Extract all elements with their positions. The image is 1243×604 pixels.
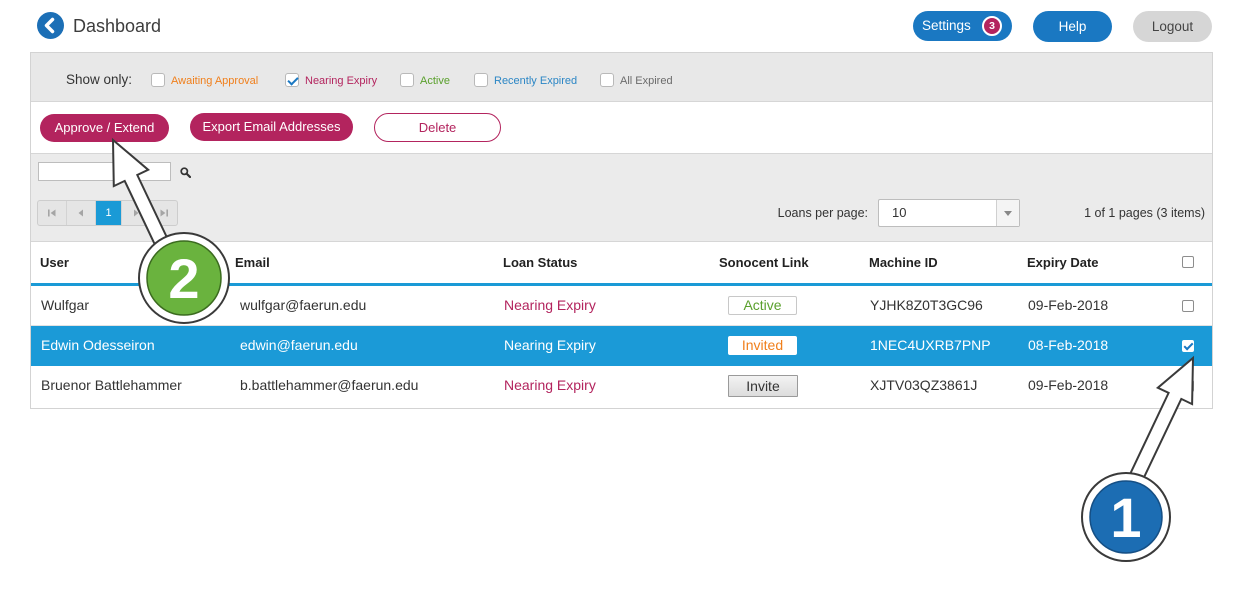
search-bar — [31, 153, 1212, 190]
filter-checkbox[interactable] — [600, 73, 614, 87]
filter-label: Show only: — [66, 72, 133, 87]
per-page-value: 10 — [892, 205, 907, 220]
per-page-select[interactable]: 10 — [878, 199, 1020, 227]
sonocent-status-badge: Invited — [728, 336, 797, 355]
filter-checkbox[interactable] — [151, 73, 165, 87]
notification-badge: 3 — [982, 16, 1002, 36]
callout-ring — [1081, 472, 1171, 562]
filter-option-label: Awaiting Approval — [171, 75, 259, 87]
row-checkbox[interactable] — [1182, 340, 1194, 352]
next-page-button[interactable] — [122, 201, 150, 225]
action-toolbar: Approve / Extend Export Email Addresses … — [31, 102, 1212, 153]
cell-email: edwin@faerun.edu — [240, 337, 358, 353]
filter-bar: Show only: Awaiting Approval Nearing Exp… — [31, 53, 1212, 102]
cell-user: Edwin Odesseiron — [41, 337, 155, 353]
cell-machine-id: XJTV03QZ3861J — [870, 377, 978, 393]
filter-option-label: Nearing Expiry — [305, 75, 378, 87]
filter-option-label: Active — [420, 75, 450, 87]
back-button[interactable] — [37, 12, 64, 39]
page-button-current[interactable]: 1 — [96, 201, 122, 225]
cell-expiry-date: 09-Feb-2018 — [1028, 297, 1109, 313]
filter-checkbox[interactable] — [400, 73, 414, 87]
approve-extend-button[interactable]: Approve / Extend — [40, 114, 169, 142]
delete-button[interactable]: Delete — [374, 113, 501, 142]
cell-machine-id: YJHK8Z0T3GC96 — [870, 297, 983, 313]
filter-awaiting-approval[interactable]: Awaiting Approval — [151, 73, 263, 87]
select-all-checkbox[interactable] — [1182, 256, 1194, 268]
table-row[interactable]: Edwin Odesseiron edwin@faerun.edu Nearin… — [31, 326, 1212, 366]
filter-option-label: All Expired — [620, 75, 673, 87]
cell-email: wulfgar@faerun.edu — [240, 297, 367, 313]
cell-loan-status: Nearing Expiry — [504, 377, 596, 393]
cell-loan-status: Nearing Expiry — [504, 297, 596, 313]
filter-option-label: Recently Expired — [494, 75, 578, 87]
help-button[interactable]: Help — [1033, 11, 1112, 42]
column-header-user[interactable]: User — [40, 242, 69, 283]
cell-email: b.battlehammer@faerun.edu — [240, 377, 419, 393]
column-header-machine-id[interactable]: Machine ID — [869, 242, 938, 283]
export-email-button[interactable]: Export Email Addresses — [190, 113, 353, 141]
search-input[interactable] — [38, 162, 171, 181]
last-page-icon — [160, 209, 168, 217]
cell-machine-id: 1NEC4UXRB7PNP — [870, 337, 991, 353]
filter-recently-expired[interactable]: Recently Expired — [474, 73, 586, 87]
prev-page-button[interactable] — [67, 201, 96, 225]
table-header: User Email Loan Status Sonocent Link Mac… — [31, 242, 1212, 286]
filter-checkbox[interactable] — [474, 73, 488, 87]
invite-button[interactable]: Invite — [728, 375, 798, 397]
column-header-loan-status[interactable]: Loan Status — [503, 242, 577, 283]
cell-expiry-date: 09-Feb-2018 — [1028, 377, 1109, 393]
next-page-icon — [133, 209, 138, 217]
column-header-expiry-date[interactable]: Expiry Date — [1027, 242, 1099, 283]
search-icon[interactable] — [180, 167, 191, 178]
filter-all-expired[interactable]: All Expired — [600, 73, 712, 87]
column-header-sonocent-link[interactable]: Sonocent Link — [719, 242, 809, 283]
callout-disc — [1089, 480, 1163, 554]
cell-expiry-date: 08-Feb-2018 — [1028, 337, 1109, 353]
table-row[interactable]: Wulfgar wulfgar@faerun.edu Nearing Expir… — [31, 286, 1212, 326]
row-checkbox[interactable] — [1182, 300, 1194, 312]
logout-button[interactable]: Logout — [1133, 11, 1212, 42]
row-checkbox[interactable] — [1182, 380, 1194, 392]
settings-button[interactable]: Settings 3 — [913, 11, 1012, 41]
callout-number: 1 — [1110, 486, 1141, 549]
settings-label: Settings — [922, 18, 971, 33]
pager: 1 — [37, 200, 178, 226]
cell-user: Wulfgar — [41, 297, 89, 313]
filter-checkbox[interactable] — [285, 73, 299, 87]
first-page-icon — [48, 209, 56, 217]
sonocent-status-badge: Active — [728, 296, 797, 315]
prev-page-icon — [78, 209, 83, 217]
callout-badge-1: 1 — [1081, 472, 1171, 562]
loans-table: User Email Loan Status Sonocent Link Mac… — [31, 241, 1212, 408]
pager-summary: 1 of 1 pages (3 items) — [1084, 206, 1205, 220]
first-page-button[interactable] — [38, 201, 67, 225]
loans-panel: Show only: Awaiting Approval Nearing Exp… — [31, 53, 1212, 408]
cell-user: Bruenor Battlehammer — [41, 377, 182, 393]
chevron-left-icon — [44, 17, 55, 34]
cell-loan-status: Nearing Expiry — [504, 337, 596, 353]
table-row[interactable]: Bruenor Battlehammer b.battlehammer@faer… — [31, 366, 1212, 406]
per-page-label: Loans per page: — [777, 206, 868, 220]
filter-nearing-expiry[interactable]: Nearing Expiry — [285, 73, 397, 87]
page-title: Dashboard — [73, 16, 162, 36]
column-header-email[interactable]: Email — [235, 242, 270, 283]
pagination-bar: 1 Loans per page: 10 1 of 1 pages (3 ite… — [31, 190, 1212, 241]
last-page-button[interactable] — [150, 201, 177, 225]
